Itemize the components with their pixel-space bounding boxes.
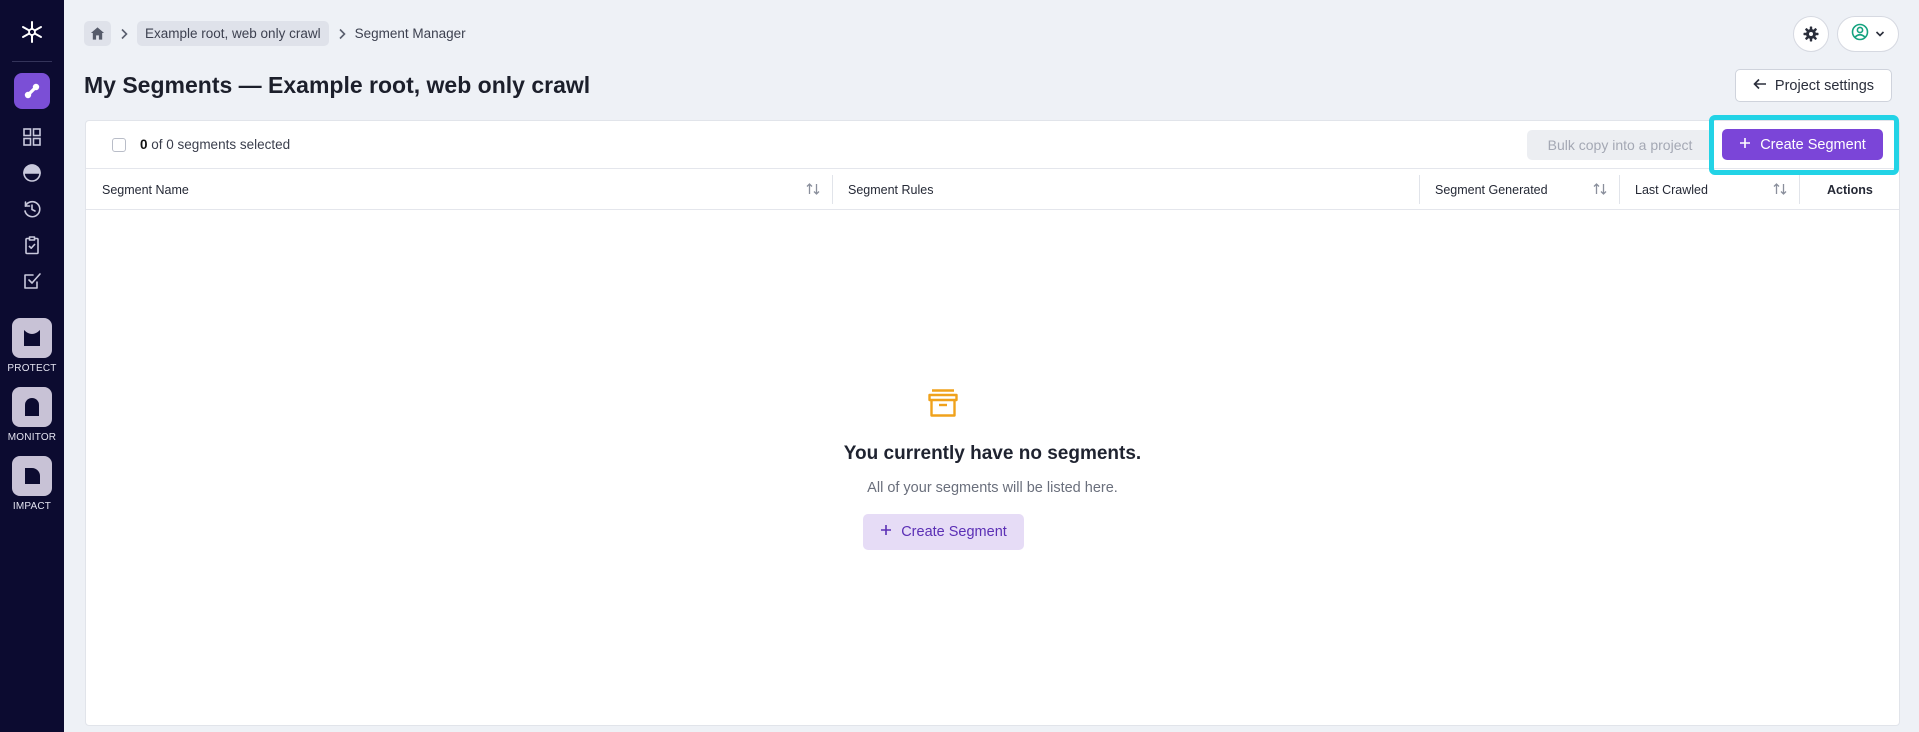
sort-icon[interactable]: [805, 182, 821, 199]
sidebar-divider: [12, 61, 52, 62]
column-divider: [1799, 175, 1800, 204]
app-label-protect: PROTECT: [7, 363, 57, 374]
breadcrumb: Example root, web only crawl Segment Man…: [84, 21, 466, 46]
user-menu-button[interactable]: [1837, 16, 1899, 52]
col-actions: Actions: [1827, 182, 1873, 197]
app-label-impact: IMPACT: [12, 501, 52, 512]
project-settings-button[interactable]: Project settings: [1735, 69, 1892, 102]
clipboard-icon[interactable]: [20, 233, 44, 257]
protect-icon[interactable]: [12, 318, 52, 358]
col-segment-generated[interactable]: Segment Generated: [1435, 169, 1548, 210]
link-icon[interactable]: [14, 73, 50, 109]
gear-icon[interactable]: [1793, 16, 1829, 52]
sidebar: PROTECT MONITOR IMPACT: [0, 0, 64, 732]
selected-suffix: of 0 segments selected: [151, 137, 291, 152]
create-segment-button[interactable]: Create Segment: [1722, 129, 1883, 160]
column-divider: [1419, 175, 1420, 204]
col-segment-name[interactable]: Segment Name: [102, 169, 189, 210]
sort-icon[interactable]: [1592, 182, 1608, 199]
chevron-down-icon: [1875, 25, 1885, 43]
empty-create-segment-button[interactable]: Create Segment: [863, 514, 1024, 550]
top-right-controls: [1793, 16, 1899, 52]
column-divider: [1619, 175, 1620, 204]
empty-state-subtitle: All of your segments will be listed here…: [867, 480, 1118, 496]
col-last-crawled[interactable]: Last Crawled: [1635, 169, 1708, 210]
app-label-monitor: MONITOR: [7, 432, 57, 443]
asterisk-logo-icon[interactable]: [16, 18, 48, 46]
chevron-right-icon: [337, 28, 347, 40]
col-segment-rules: Segment Rules: [848, 182, 934, 197]
page-title: My Segments — Example root, web only cra…: [84, 72, 591, 98]
breadcrumb-current: Segment Manager: [354, 26, 466, 41]
grid-icon[interactable]: [20, 125, 44, 149]
segments-card: 0 of 0 segments selected Bulk copy into …: [85, 115, 1900, 726]
select-all-checkbox[interactable]: [112, 138, 126, 152]
plus-icon: [1739, 137, 1751, 153]
home-icon[interactable]: [84, 21, 111, 46]
archive-box-icon: [928, 388, 958, 423]
selected-count: 0: [140, 137, 148, 152]
table-toolbar: 0 of 0 segments selected Bulk copy into …: [86, 115, 1899, 175]
empty-create-segment-label: Create Segment: [901, 524, 1007, 540]
arrow-left-icon: [1753, 78, 1767, 94]
sort-icon[interactable]: [1772, 182, 1788, 199]
empty-state-title: You currently have no segments.: [843, 443, 1142, 464]
plus-icon: [880, 524, 892, 540]
column-divider: [832, 175, 833, 204]
user-avatar-icon: [1851, 23, 1869, 46]
impact-icon[interactable]: [12, 456, 52, 496]
create-segment-label: Create Segment: [1760, 136, 1866, 153]
table-header: Segment Name Segment Rules Segment Gener…: [86, 169, 1899, 210]
history-icon[interactable]: [20, 197, 44, 221]
project-settings-label: Project settings: [1774, 77, 1875, 94]
checkbox-icon[interactable]: [20, 269, 44, 293]
monitor-icon[interactable]: [12, 387, 52, 427]
bulk-copy-button[interactable]: Bulk copy into a project: [1527, 130, 1713, 160]
gauge-icon[interactable]: [20, 161, 44, 185]
chevron-right-icon: [119, 28, 129, 40]
selection-summary: 0 of 0 segments selected: [140, 137, 290, 152]
breadcrumb-project[interactable]: Example root, web only crawl: [137, 21, 329, 46]
